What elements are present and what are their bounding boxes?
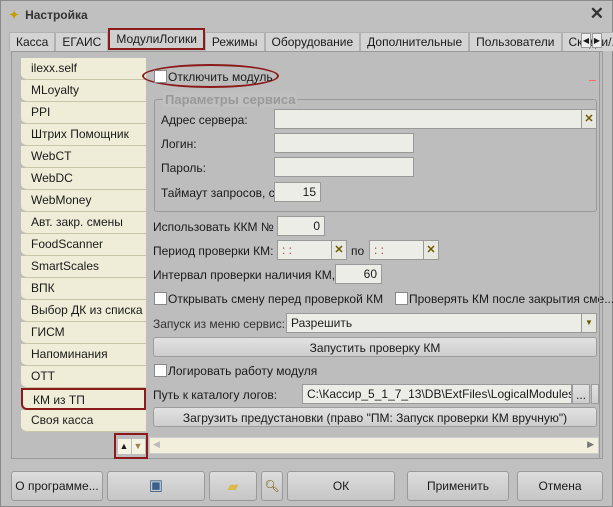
log-path-input[interactable]: C:\Кассир_5_1_7_13\DB\ExtFiles\LogicalMo… <box>302 384 572 404</box>
module-item[interactable]: Штрих Помощник <box>21 124 146 146</box>
module-item[interactable]: FoodScanner <box>21 234 146 256</box>
module-item-selected[interactable]: КМ из ТП <box>21 388 146 410</box>
horizontal-scrollbar[interactable]: ◀ ▶ <box>149 437 599 454</box>
period-to-input[interactable]: : : <box>369 240 424 260</box>
module-item[interactable]: SmartScales <box>21 256 146 278</box>
login-label: Логин: <box>161 137 197 151</box>
password-input[interactable] <box>274 157 414 177</box>
tab-equipment[interactable]: Оборудование <box>264 32 361 51</box>
vertical-divider <box>599 51 600 459</box>
log-path-label: Путь к каталогу логов: <box>153 388 278 402</box>
module-item[interactable]: Авт. закр. смены <box>21 212 146 234</box>
module-item[interactable]: WebDC <box>21 168 146 190</box>
check-after-close-checkbox[interactable] <box>395 292 408 305</box>
open-shift-label: Открывать смену перед проверкой КМ <box>168 292 384 306</box>
tab-modes[interactable]: Режимы <box>204 32 265 51</box>
run-check-button[interactable]: Запустить проверку КМ <box>153 337 597 357</box>
tab-users[interactable]: Пользователи <box>469 32 562 51</box>
browse-button[interactable]: ... <box>572 384 590 404</box>
disable-module-checkbox[interactable] <box>154 70 167 83</box>
period-to-clear-icon[interactable]: ✕ <box>423 240 439 260</box>
timeout-label: Таймаут запросов, с: <box>161 186 278 200</box>
kkm-input[interactable]: 0 <box>277 216 325 236</box>
open-shift-checkbox[interactable] <box>154 292 167 305</box>
list-order-buttons: ▲ ▼ <box>114 433 148 459</box>
load-presets-button[interactable]: Загрузить предустановки (право "ПМ: Запу… <box>153 407 597 427</box>
tab-additional[interactable]: Дополнительные <box>360 32 470 51</box>
module-list: ilexx.self MLoyalty PPI Штрих Помощник W… <box>21 58 146 432</box>
tab-egais[interactable]: ЕГАИС <box>55 32 109 51</box>
server-label: Адрес сервера: <box>161 113 248 127</box>
module-item[interactable]: ГИСМ <box>21 322 146 344</box>
export-button[interactable]: ▰ <box>209 471 257 501</box>
module-item[interactable]: WebCT <box>21 146 146 168</box>
move-up-icon[interactable]: ▲ <box>117 438 131 454</box>
scroll-left-icon[interactable]: ◀ <box>153 439 160 450</box>
search-button[interactable]: 🔍︎ <box>261 471 283 501</box>
move-down-icon[interactable]: ▼ <box>131 438 145 454</box>
scroll-right-icon[interactable]: ▶ <box>587 439 594 450</box>
module-item[interactable]: MLoyalty <box>21 80 146 102</box>
about-button[interactable]: О программе... <box>11 471 103 501</box>
tab-scroll: ◀ ▶ <box>581 33 602 48</box>
module-item[interactable]: PPI <box>21 102 146 124</box>
kkm-label: Использовать ККМ № <box>153 220 274 234</box>
tab-kassa[interactable]: Касса <box>9 32 56 51</box>
folder-upload-icon: ▰ <box>227 478 239 494</box>
tab-scroll-right-icon[interactable]: ▶ <box>592 33 602 48</box>
interval-label: Интервал проверки наличия КМ, с: <box>153 268 348 282</box>
dropdown-arrow-icon[interactable]: ▼ <box>581 313 597 333</box>
tab-bar: Касса ЕГАИС МодулиЛогики Режимы Оборудов… <box>9 28 613 51</box>
settings-icon: ✦ <box>9 8 20 22</box>
server-clear-icon[interactable]: ✕ <box>581 109 597 129</box>
menu-launch-select[interactable]: Разрешить <box>286 313 582 333</box>
tab-logic-modules[interactable]: МодулиЛогики <box>108 28 205 50</box>
module-item[interactable]: Выбор ДК из списка <box>21 300 146 322</box>
save-icon: ▣ <box>148 477 164 494</box>
period-from-clear-icon[interactable]: ✕ <box>331 240 347 260</box>
disable-module-label: Отключить модуль <box>168 70 273 84</box>
ok-button[interactable]: ОК <box>287 471 395 501</box>
red-dash <box>589 80 596 81</box>
log-work-checkbox[interactable] <box>154 364 167 377</box>
login-input[interactable] <box>274 133 414 153</box>
settings-window: ✦ Настройка ✕ Касса ЕГАИС МодулиЛогики Р… <box>0 0 613 507</box>
close-button[interactable]: ✕ <box>590 4 604 24</box>
tab-scroll-left-icon[interactable]: ◀ <box>581 33 591 48</box>
server-input[interactable] <box>274 109 582 129</box>
module-item[interactable]: ilexx.self <box>21 58 146 80</box>
title-bar: ✦ Настройка <box>9 5 88 25</box>
service-params-title: Параметры сервиса <box>163 92 298 107</box>
apply-button[interactable]: Применить <box>407 471 509 501</box>
module-item[interactable]: Напоминания <box>21 344 146 366</box>
module-item[interactable]: ОТТ <box>21 366 146 388</box>
module-item[interactable]: Своя касса <box>21 410 146 432</box>
extra-button[interactable] <box>591 384 599 404</box>
search-icon: 🔍︎ <box>264 479 280 493</box>
interval-input[interactable]: 60 <box>335 264 382 284</box>
period-to-label: по <box>351 244 365 258</box>
window-title: Настройка <box>25 8 88 22</box>
period-label: Период проверки КМ: с <box>153 244 283 258</box>
module-item[interactable]: ВПК <box>21 278 146 300</box>
password-label: Пароль: <box>161 161 206 175</box>
period-from-input[interactable]: : : <box>277 240 332 260</box>
timeout-input[interactable]: 15 <box>274 182 321 202</box>
menu-launch-label: Запуск из меню сервис: <box>153 317 286 331</box>
cancel-button[interactable]: Отмена <box>517 471 603 501</box>
module-item[interactable]: WebMoney <box>21 190 146 212</box>
log-work-label: Логировать работу модуля <box>168 364 318 378</box>
check-after-close-label: Проверять КМ после закрытия сме... <box>409 292 613 306</box>
save-button[interactable]: ▣ <box>107 471 205 501</box>
